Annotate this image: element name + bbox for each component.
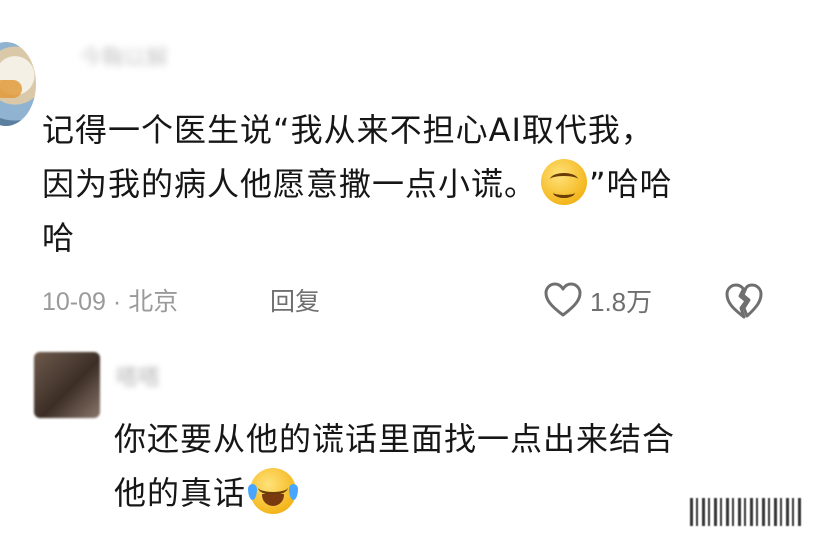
tear-icon: [289, 484, 299, 500]
broken-heart-icon[interactable]: [724, 282, 764, 320]
comment-line: 因为我的病人他愿意撒一点小谎。 ”哈哈: [42, 157, 782, 211]
comment-date: 10-09: [42, 288, 106, 316]
comment-line: 记得一个医生说“我从来不担心AI取代我，: [42, 111, 654, 149]
reply-button[interactable]: 回复: [270, 282, 320, 318]
comment-author[interactable]: 嗒嗒: [116, 360, 296, 391]
comment-text: 记得一个医生说“我从来不担心AI取代我， 因为我的病人他愿意撒一点小谎。 ”哈哈 …: [42, 103, 782, 265]
comment-line: 你还要从他的谎话里面找一点出来结合: [114, 420, 676, 458]
comment-line-text: ”哈哈: [589, 165, 673, 203]
avatar[interactable]: [34, 352, 100, 418]
heart-outline-icon[interactable]: [544, 282, 582, 318]
comment-line-text: 他的真话: [114, 474, 247, 512]
like-count: 1.8万: [590, 287, 653, 317]
comment-line-text: 因为我的病人他愿意撒一点小谎。: [42, 165, 538, 203]
tear-icon: [248, 484, 258, 500]
comment-meta: 10-09 · 北京: [42, 282, 178, 318]
comment-author[interactable]: 今鞠以解: [80, 40, 310, 74]
comment-line: 哈: [42, 219, 76, 257]
avatar[interactable]: [0, 42, 36, 126]
meta-separator: ·: [112, 288, 122, 316]
comment-location: 北京: [128, 288, 179, 316]
watermark: [690, 498, 802, 526]
smirk-emoji-icon: [541, 159, 588, 205]
tears-of-joy-emoji-icon: [248, 468, 299, 514]
